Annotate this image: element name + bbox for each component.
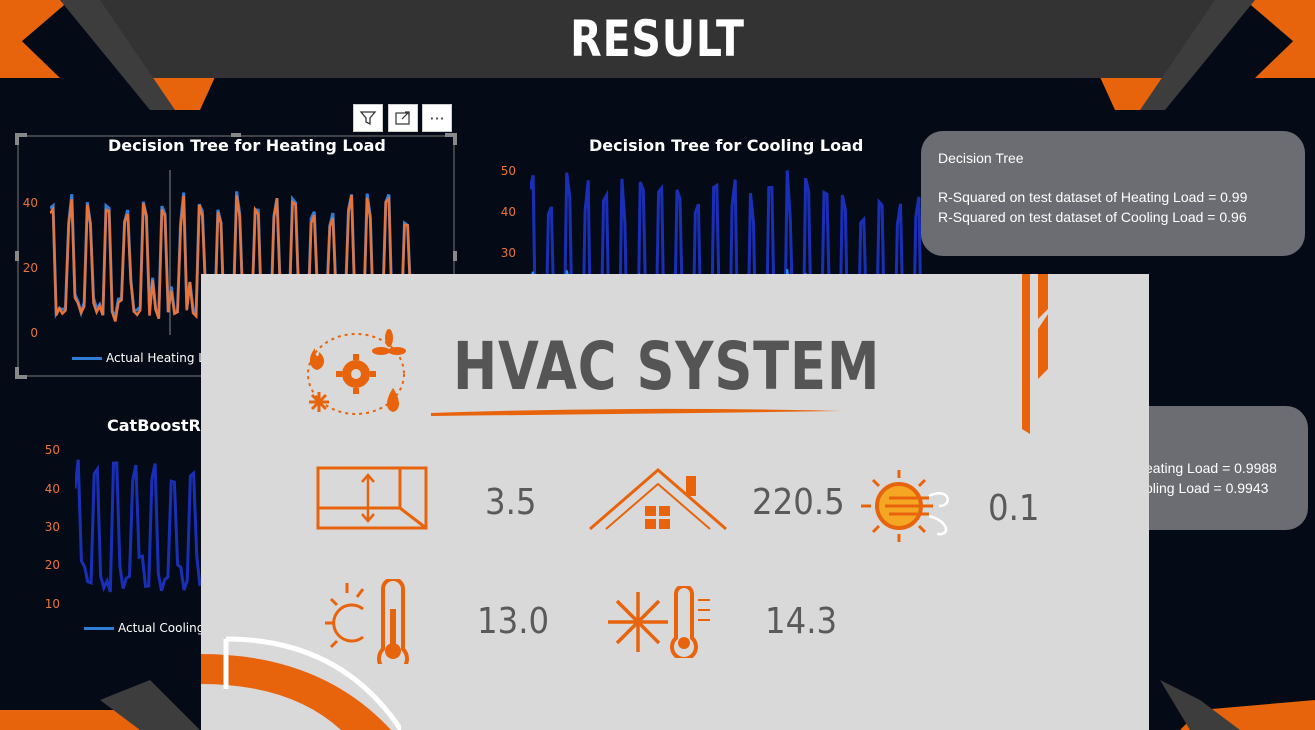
- metric-house-value: 220.5: [752, 482, 845, 523]
- catboost-ytick: 30: [44, 520, 60, 534]
- cooling-ytick: 40: [500, 205, 516, 219]
- window-height-icon: [316, 466, 428, 530]
- decision-tree-card: Decision Tree R-Squared on test dataset …: [921, 131, 1305, 256]
- catboost-legend: Actual Cooling: [84, 621, 204, 635]
- cooling-actual-line: [530, 170, 922, 280]
- house-icon: [589, 468, 727, 531]
- metric-snow-temp-value: 14.3: [765, 601, 838, 642]
- card-line: oling Load = 0.9943: [1145, 480, 1269, 496]
- card-line: eating Load = 0.9988: [1145, 460, 1277, 476]
- card-line: R-Squared on test dataset of Heating Loa…: [938, 189, 1248, 205]
- card-heading: Decision Tree: [938, 150, 1024, 166]
- cooling-plot: [530, 170, 922, 280]
- cooling-chart-title: Decision Tree for Cooling Load: [589, 136, 864, 155]
- catboost-actual-line: [75, 459, 202, 593]
- heating-ytick: 20: [22, 261, 38, 275]
- cooling-ytick: 30: [500, 246, 516, 260]
- catboost-ytick: 40: [44, 482, 60, 496]
- focus-mode-button[interactable]: [388, 104, 418, 132]
- filter-icon: [359, 111, 377, 126]
- catboost-ytick: 10: [44, 597, 60, 611]
- catboost-ytick: 50: [44, 443, 60, 457]
- accent-bars: [1022, 274, 1048, 434]
- hvac-logo-icon: [307, 329, 406, 415]
- heating-ytick: 0: [30, 326, 38, 340]
- heating-ytick: 40: [22, 196, 38, 210]
- metric-sun-wind-value: 0.1: [988, 488, 1040, 529]
- more-options-icon: ···: [429, 108, 445, 128]
- catboost-ytick: 20: [44, 558, 60, 572]
- decorative-arc: [201, 636, 401, 730]
- metric-window-value: 3.5: [485, 482, 537, 523]
- legend-swatch: [84, 627, 114, 630]
- metric-sun-temp-value: 13.0: [477, 601, 550, 642]
- hvac-title: HVAC SYSTEM: [453, 328, 881, 405]
- cooling-ytick: 50: [500, 164, 516, 178]
- hvac-panel: HVAC SYSTEM 3.5 220.5 0.1 13.0 14.3: [201, 274, 1149, 730]
- focus-mode-icon: [395, 111, 410, 125]
- legend-swatch: [72, 357, 102, 360]
- page-title: RESULT: [570, 10, 745, 68]
- heating-chart-title: Decision Tree for Heating Load: [108, 136, 386, 155]
- heating-legend: Actual Heating Lo: [72, 351, 212, 365]
- filter-button[interactable]: [353, 104, 383, 132]
- legend-label: Actual Cooling: [118, 621, 205, 635]
- title-underline: [431, 408, 841, 416]
- snowflake-thermometer-icon: [608, 586, 710, 658]
- catboost-plot: [75, 459, 202, 593]
- catboost-chart-title: CatBoostRe: [107, 416, 212, 435]
- sun-wind-icon: [861, 470, 949, 542]
- card-line: R-Squared on test dataset of Cooling Loa…: [938, 209, 1247, 225]
- more-options-button[interactable]: ···: [422, 104, 452, 132]
- legend-label: Actual Heating Lo: [106, 351, 213, 365]
